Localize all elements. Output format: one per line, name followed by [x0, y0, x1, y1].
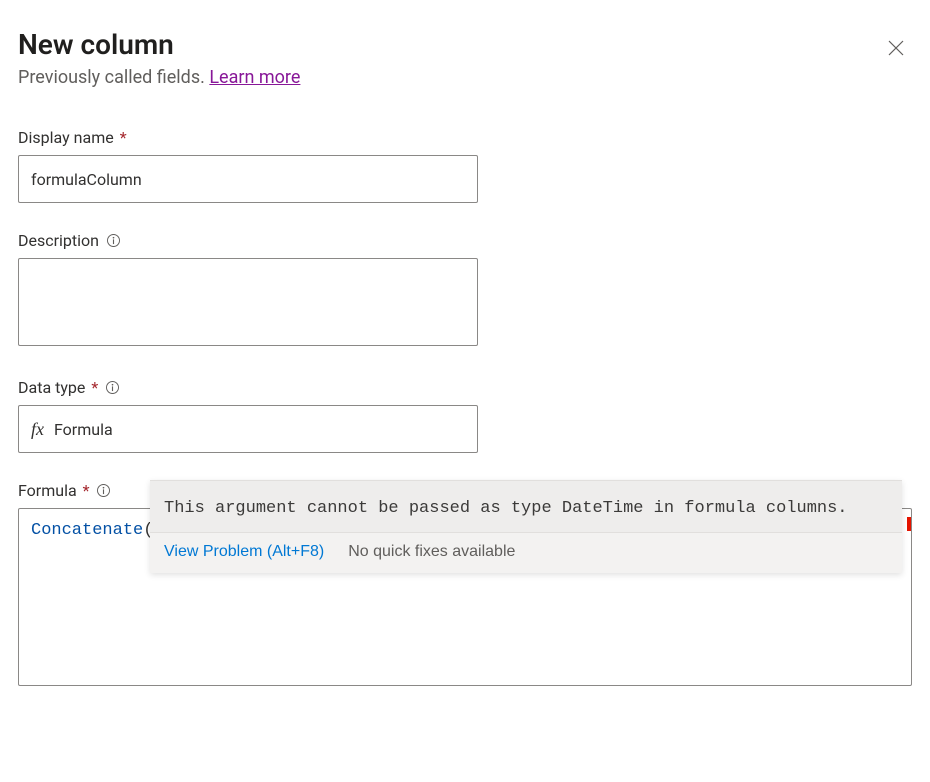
- display-name-label: Display name *: [18, 128, 912, 147]
- editor-scrollbar[interactable]: [906, 509, 912, 685]
- formula-label-text: Formula: [18, 481, 77, 500]
- close-button[interactable]: [880, 32, 912, 64]
- close-icon: [886, 38, 906, 58]
- error-marker-icon: [907, 517, 912, 531]
- required-marker: *: [83, 481, 90, 500]
- data-type-select[interactable]: fx Formula: [18, 405, 478, 453]
- error-tooltip: This argument cannot be passed as type D…: [150, 480, 902, 573]
- description-label-text: Description: [18, 231, 99, 250]
- subtitle-text: Previously called fields.: [18, 67, 209, 88]
- page-subtitle: Previously called fields. Learn more: [18, 67, 300, 88]
- required-marker: *: [91, 378, 98, 397]
- no-quick-fixes-text: No quick fixes available: [348, 543, 515, 561]
- data-type-label: Data type *: [18, 378, 912, 397]
- error-message: This argument cannot be passed as type D…: [150, 481, 902, 532]
- info-icon[interactable]: [104, 380, 120, 396]
- required-marker: *: [120, 128, 127, 147]
- fx-icon: fx: [31, 419, 44, 440]
- description-input[interactable]: [18, 258, 478, 346]
- info-icon[interactable]: [105, 233, 121, 249]
- description-label: Description: [18, 231, 912, 250]
- data-type-label-text: Data type: [18, 378, 85, 397]
- view-problem-link[interactable]: View Problem (Alt+F8): [164, 543, 324, 561]
- data-type-value: Formula: [54, 420, 465, 439]
- token-function: Concatenate: [31, 521, 143, 540]
- display-name-input[interactable]: [18, 155, 478, 203]
- page-title: New column: [18, 28, 300, 61]
- display-name-label-text: Display name: [18, 128, 114, 147]
- info-icon[interactable]: [96, 483, 112, 499]
- learn-more-link[interactable]: Learn more: [209, 67, 300, 88]
